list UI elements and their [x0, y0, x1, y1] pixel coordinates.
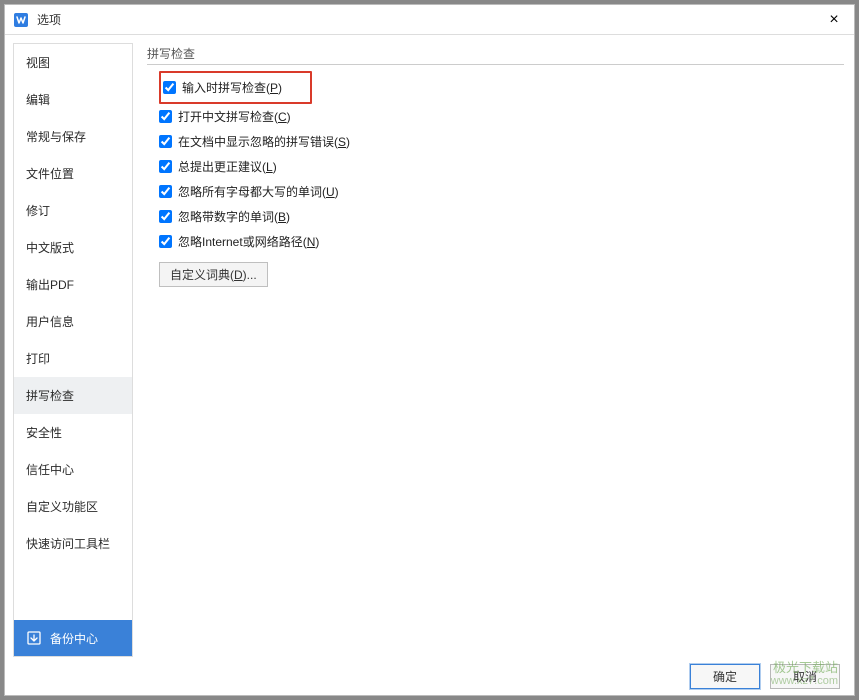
- check-row-6[interactable]: 忽略Internet或网络路径(N): [159, 229, 844, 254]
- sidebar-item-11[interactable]: 信任中心: [14, 451, 132, 488]
- sidebar-item-label: 打印: [26, 352, 50, 366]
- checkbox-6[interactable]: [159, 235, 172, 248]
- sidebar-items: 视图编辑常规与保存文件位置修订中文版式输出PDF 用户信息打印拼写检查安全性信任中…: [14, 44, 132, 620]
- sidebar-item-label: 自定义功能区: [26, 500, 98, 514]
- sidebar-item-label: 中文版式: [26, 241, 74, 255]
- sidebar-item-4[interactable]: 修订: [14, 192, 132, 229]
- sidebar-item-7[interactable]: 用户信息: [14, 303, 132, 340]
- custom-dictionary-button[interactable]: 自定义词典(D)...: [159, 262, 268, 287]
- sidebar-item-1[interactable]: 编辑: [14, 81, 132, 118]
- group-label: 拼写检查: [147, 45, 844, 65]
- sidebar-item-12[interactable]: 自定义功能区: [14, 488, 132, 525]
- ok-button[interactable]: 确定: [690, 664, 760, 689]
- content-panel: 拼写检查 输入时拼写检查(P) 打开中文拼写检查(C) 在文档中显示忽略的拼写错误(…: [133, 35, 854, 657]
- backup-icon: [26, 630, 42, 646]
- sidebar-item-9[interactable]: 拼写检查: [14, 377, 132, 414]
- highlight-box: 输入时拼写检查(P): [159, 71, 312, 104]
- checkbox-0[interactable]: [163, 81, 176, 94]
- dialog-body: 视图编辑常规与保存文件位置修订中文版式输出PDF用户信息打印拼写检查安全性信任中…: [5, 35, 854, 657]
- sidebar-item-label: 文件位置: [26, 167, 74, 181]
- sidebar-item-label: 快速访问工具栏: [26, 537, 110, 551]
- close-icon: ×: [829, 12, 838, 28]
- sidebar-item-5[interactable]: 中文版式: [14, 229, 132, 266]
- check-label-1: 打开中文拼写检查(C): [178, 108, 291, 125]
- check-label-6: 忽略Internet或网络路径(N): [178, 233, 319, 250]
- footer-bar: 确定 取消 极光下载站 www.xz7.com: [5, 657, 854, 695]
- sidebar-item-label: 安全性: [26, 426, 62, 440]
- check-label-5: 忽略带数字的单词(B): [178, 208, 290, 225]
- sidebar-item-label: 修订: [26, 204, 50, 218]
- sidebar-item-label: 编辑: [26, 93, 50, 107]
- checkbox-1[interactable]: [159, 110, 172, 123]
- sidebar-item-0[interactable]: 视图: [14, 44, 132, 81]
- app-icon: [13, 12, 29, 28]
- check-label-0: 输入时拼写检查(P): [182, 79, 282, 96]
- check-label-3: 总提出更正建议(L): [178, 158, 277, 175]
- cancel-button[interactable]: 取消: [770, 664, 840, 689]
- sidebar-item-label: 常规与保存: [26, 130, 86, 144]
- sidebar-item-6[interactable]: 输出PDF: [14, 266, 132, 303]
- checkbox-4[interactable]: [159, 185, 172, 198]
- checkbox-3[interactable]: [159, 160, 172, 173]
- check-label-2: 在文档中显示忽略的拼写错误(S): [178, 133, 350, 150]
- check-row-0[interactable]: 输入时拼写检查(P): [163, 75, 282, 100]
- options-dialog: 选项 × 视图编辑常规与保存文件位置修订中文版式输出PDF用户信息打印拼写检查安…: [4, 4, 855, 696]
- sidebar-item-3[interactable]: 文件位置: [14, 155, 132, 192]
- check-row-4[interactable]: 忽略所有字母都大写的单词(U): [159, 179, 844, 204]
- sidebar: 视图编辑常规与保存文件位置修订中文版式输出PDF 用户信息打印拼写检查安全性信任中…: [13, 43, 133, 657]
- dialog-title: 选项: [37, 11, 61, 28]
- sidebar-item-13[interactable]: 快速访问工具栏: [14, 525, 132, 562]
- sidebar-item-10[interactable]: 安全性: [14, 414, 132, 451]
- title-bar: 选项 ×: [5, 5, 854, 35]
- checkbox-2[interactable]: [159, 135, 172, 148]
- close-button[interactable]: ×: [814, 5, 854, 35]
- sidebar-item-8[interactable]: 打印: [14, 340, 132, 377]
- check-row-2[interactable]: 在文档中显示忽略的拼写错误(S): [159, 129, 844, 154]
- backup-center-label: 备份中心: [50, 630, 98, 647]
- check-row-5[interactable]: 忽略带数字的单词(B): [159, 204, 844, 229]
- check-row-1[interactable]: 打开中文拼写检查(C): [159, 104, 844, 129]
- sidebar-item-label: 用户信息: [26, 315, 74, 329]
- checkbox-5[interactable]: [159, 210, 172, 223]
- backup-center-button[interactable]: 备份中心: [14, 620, 132, 656]
- options-block: 输入时拼写检查(P) 打开中文拼写检查(C) 在文档中显示忽略的拼写错误(S) 总提出…: [145, 71, 844, 287]
- sidebar-item-2[interactable]: 常规与保存: [14, 118, 132, 155]
- sidebar-item-label: 视图: [26, 56, 50, 70]
- sidebar-item-label: 输出PDF: [26, 278, 74, 292]
- sidebar-item-label: 拼写检查: [26, 389, 74, 403]
- check-row-3[interactable]: 总提出更正建议(L): [159, 154, 844, 179]
- sidebar-item-label: 信任中心: [26, 463, 74, 477]
- check-label-4: 忽略所有字母都大写的单词(U): [178, 183, 339, 200]
